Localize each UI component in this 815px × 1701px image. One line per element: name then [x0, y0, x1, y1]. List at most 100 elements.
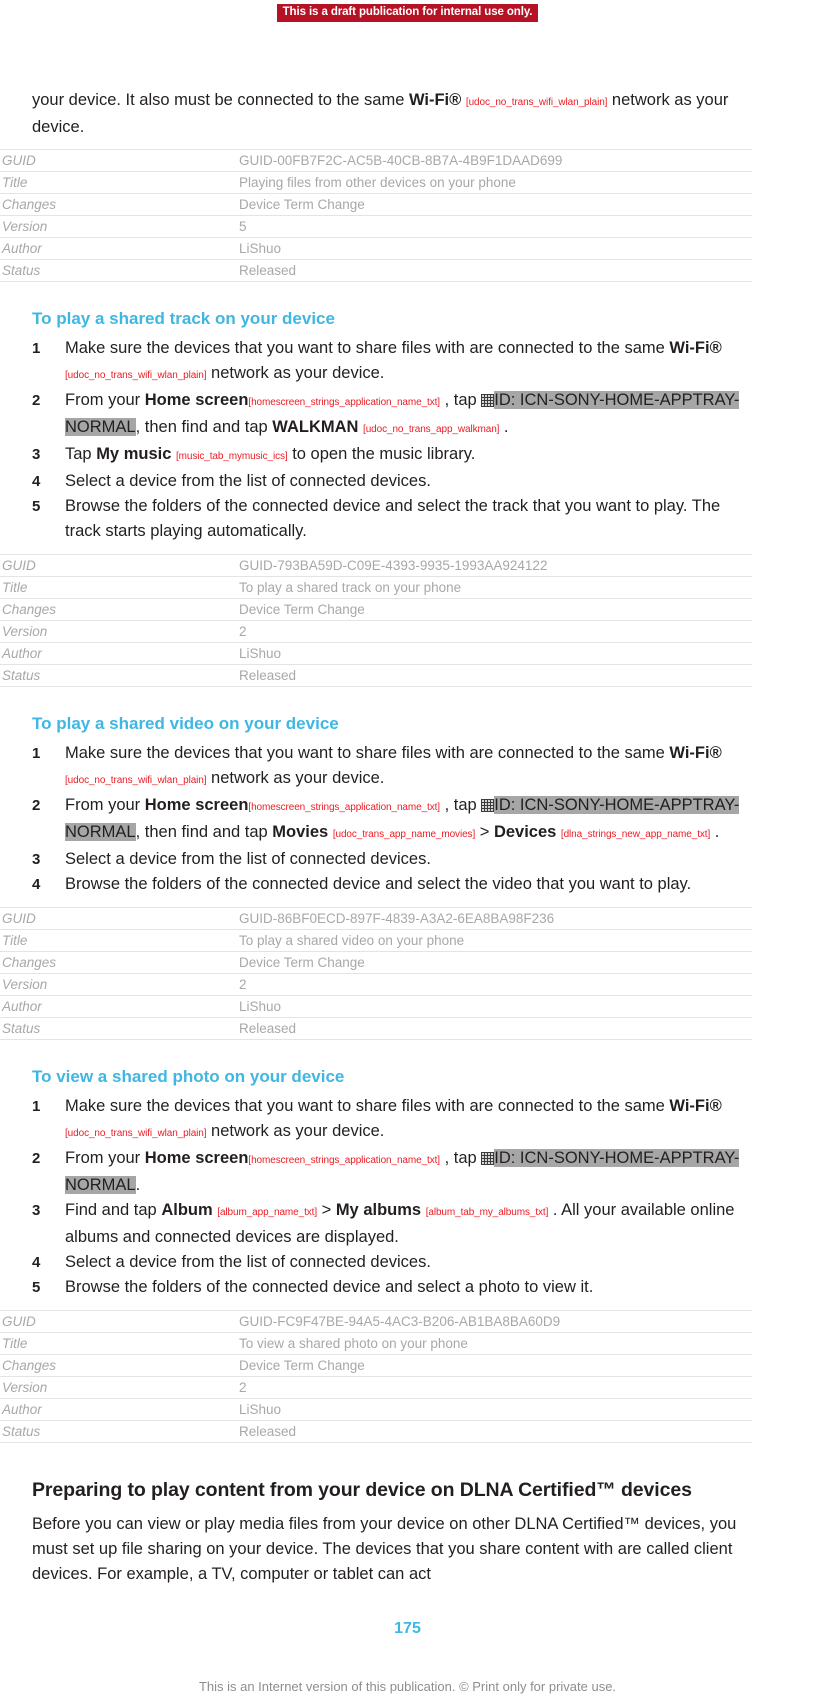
- meta-label-status: Status: [0, 664, 237, 687]
- step-tag: [udoc_no_trans_app_walkman]: [363, 424, 500, 435]
- meta-label-status: Status: [0, 1017, 237, 1040]
- meta-label-guid: GUID: [0, 1310, 237, 1333]
- meta-value-guid: GUID-FC9F47BE-94A5-4AC3-B206-AB1BA8BA60D…: [237, 1310, 752, 1333]
- final-section-heading: Preparing to play content from your devi…: [32, 1479, 692, 1501]
- page-number: 175: [394, 1620, 421, 1637]
- list-item: Browse the folders of the connected devi…: [32, 494, 721, 540]
- list-item: From your Home screen[homescreen_strings…: [32, 1146, 752, 1198]
- meta-label-guid: GUID: [0, 907, 237, 930]
- list-item: Make sure the devices that you want to s…: [32, 336, 752, 388]
- step-text: .: [710, 823, 720, 841]
- meta-value-status: Released: [237, 1420, 752, 1443]
- step-text: From your: [65, 796, 145, 814]
- draft-banner-text: This is a draft publication for internal…: [276, 4, 539, 22]
- meta-label-author: Author: [0, 995, 237, 1018]
- meta-label-title: Title: [0, 171, 237, 194]
- step-text: From your: [65, 391, 145, 409]
- meta-label-changes: Changes: [0, 598, 237, 621]
- meta-label-author: Author: [0, 1398, 237, 1421]
- apptray-grid-icon: [481, 1152, 495, 1165]
- table-row: GUID GUID-FC9F47BE-94A5-4AC3-B206-AB1BA8B…: [0, 1310, 752, 1333]
- step-text: network as your device.: [206, 364, 385, 382]
- table-row: Status Released: [0, 1017, 752, 1040]
- list-item: Select a device from the list of connect…: [32, 1250, 431, 1275]
- meta-value-status: Released: [237, 664, 752, 687]
- table-row: Version 2: [0, 1376, 752, 1399]
- step-tag: [udoc_no_trans_wifi_wlan_plain]: [65, 1128, 207, 1139]
- meta-label-version: Version: [0, 215, 237, 238]
- meta-label-title: Title: [0, 929, 237, 952]
- step-bold-wifi: Wi-Fi®: [669, 1097, 722, 1115]
- step-text: Find and tap: [65, 1201, 162, 1219]
- table-row: Version 2: [0, 973, 752, 996]
- list-item: Tap My music [music_tab_mymusic_ics] to …: [32, 442, 752, 469]
- meta-value-version: 2: [237, 1376, 752, 1399]
- metadata-table: GUID GUID-793BA59D-C09E-4393-9935-1993AA9…: [0, 554, 752, 687]
- meta-label-changes: Changes: [0, 193, 237, 216]
- section-heading-video: To play a shared video on your device: [32, 714, 339, 733]
- apptray-grid-icon: [481, 394, 495, 407]
- page-content: your device. It also must be connected t…: [0, 88, 752, 1587]
- step-text: Make sure the devices that you want to s…: [65, 1097, 670, 1115]
- step-text: , tap: [439, 1149, 482, 1167]
- list-item: Browse the folders of the connected devi…: [32, 872, 692, 897]
- meta-value-author: LiShuo: [237, 995, 752, 1018]
- meta-label-changes: Changes: [0, 1354, 237, 1377]
- steps-list-video: Make sure the devices that you want to s…: [32, 741, 752, 897]
- list-item: Make sure the devices that you want to s…: [32, 741, 752, 793]
- metadata-block-2: GUID GUID-793BA59D-C09E-4393-9935-1993AA9…: [0, 554, 752, 687]
- step-bold-wifi: Wi-Fi®: [669, 744, 722, 762]
- step-bold-devices: Devices: [493, 823, 557, 841]
- meta-value-version: 2: [237, 620, 752, 643]
- metadata-table: GUID GUID-00FB7F2C-AC5B-40CB-8B7A-4B9F1DA…: [0, 149, 752, 282]
- table-row: Title Playing files from other devices on…: [0, 171, 752, 194]
- steps-list-track: Make sure the devices that you want to s…: [32, 336, 752, 544]
- step-text: , tap: [439, 391, 482, 409]
- table-row: Changes Device Term Change: [0, 951, 752, 974]
- meta-value-title: Playing files from other devices on your…: [237, 171, 752, 194]
- table-row: GUID GUID-86BF0ECD-897F-4839-A3A2-6EA8BA9…: [0, 907, 752, 930]
- meta-value-changes: Device Term Change: [237, 193, 752, 216]
- step-bold-walkman: WALKMAN: [272, 418, 359, 436]
- step-text: , then find and tap: [135, 418, 273, 436]
- table-row: Author LiShuo: [0, 995, 752, 1018]
- table-row: Version 5: [0, 215, 752, 238]
- table-row: Version 2: [0, 620, 752, 643]
- final-section-paragraph: Before you can view or play media files …: [32, 1515, 737, 1583]
- table-row: GUID GUID-793BA59D-C09E-4393-9935-1993AA9…: [0, 554, 752, 577]
- table-row: Changes Device Term Change: [0, 193, 752, 216]
- step-tag: [album_app_name_txt]: [217, 1207, 317, 1218]
- step-text: >: [475, 823, 494, 841]
- step-tag: [homescreen_strings_application_name_txt…: [248, 397, 440, 408]
- meta-label-version: Version: [0, 1376, 237, 1399]
- table-row: Title To play a shared video on your phon…: [0, 929, 752, 952]
- meta-label-status: Status: [0, 1420, 237, 1443]
- intro-part1: your device. It also must be connected t…: [32, 91, 409, 109]
- step-tag: [dlna_strings_new_app_name_txt]: [560, 829, 711, 840]
- metadata-block-4: GUID GUID-FC9F47BE-94A5-4AC3-B206-AB1BA8B…: [0, 1310, 752, 1443]
- step-bold-homescreen: Home screen: [144, 1149, 249, 1167]
- list-item: Select a device from the list of connect…: [32, 469, 431, 494]
- table-row: GUID GUID-00FB7F2C-AC5B-40CB-8B7A-4B9F1DA…: [0, 149, 752, 172]
- list-item: Browse the folders of the connected devi…: [32, 1275, 594, 1300]
- intro-paragraph: your device. It also must be connected t…: [32, 88, 752, 140]
- steps-list-photo: Make sure the devices that you want to s…: [32, 1094, 752, 1300]
- meta-value-title: To play a shared video on your phone: [237, 929, 752, 952]
- list-item: Make sure the devices that you want to s…: [32, 1094, 752, 1146]
- meta-value-title: To play a shared track on your phone: [237, 576, 752, 599]
- step-text: , then find and tap: [135, 823, 273, 841]
- step-text: network as your device.: [206, 1122, 385, 1140]
- list-item: From your Home screen[homescreen_strings…: [32, 388, 752, 442]
- meta-label-guid: GUID: [0, 149, 237, 172]
- meta-label-title: Title: [0, 576, 237, 599]
- meta-value-changes: Device Term Change: [237, 951, 752, 974]
- meta-value-title: To view a shared photo on your phone: [237, 1332, 752, 1355]
- meta-value-status: Released: [237, 259, 752, 282]
- table-row: Changes Device Term Change: [0, 1354, 752, 1377]
- meta-value-author: LiShuo: [237, 237, 752, 260]
- step-text: Make sure the devices that you want to s…: [65, 339, 670, 357]
- step-text: .: [135, 1176, 141, 1194]
- step-bold-homescreen: Home screen: [144, 391, 249, 409]
- section-heading-photo: To view a shared photo on your device: [32, 1067, 345, 1086]
- step-bold-mymusic: My music: [96, 445, 172, 463]
